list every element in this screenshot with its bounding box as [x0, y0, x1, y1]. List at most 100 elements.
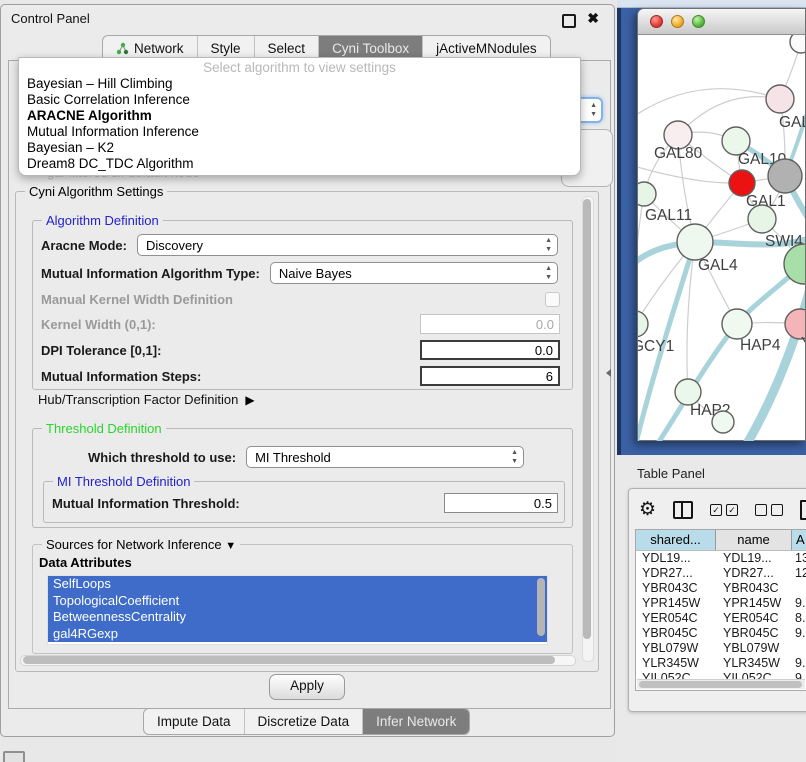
manual-kernel-checkbox[interactable] — [545, 292, 560, 307]
mi-threshold-field[interactable] — [444, 493, 558, 513]
network-edge[interactable] — [638, 89, 780, 119]
table-cell[interactable]: YER054C — [636, 611, 716, 626]
table-cell[interactable]: YBR043C — [716, 581, 792, 596]
network-icon — [116, 42, 129, 55]
table-cell[interactable]: YER054C — [716, 611, 792, 626]
table-row[interactable]: YBR043CYBR043C — [636, 581, 806, 596]
algorithm-option[interactable]: Bayesian – Hill Climbing — [19, 76, 580, 92]
table-cell[interactable]: YBL079W — [716, 641, 792, 656]
gear-icon[interactable]: ⚙ — [639, 499, 656, 521]
table-cell[interactable] — [792, 641, 806, 656]
sources-group: Sources for Network Inference ▼ Data Att… — [32, 544, 573, 654]
table-cell[interactable]: 9. — [792, 626, 806, 641]
node-label: GCY1 — [638, 338, 674, 355]
table-row[interactable]: YER054CYER054C8. — [636, 611, 806, 626]
minimized-window-icon[interactable] — [3, 751, 25, 762]
table-cell[interactable]: 13 — [792, 551, 806, 566]
apply-button[interactable]: Apply — [269, 674, 345, 700]
data-attributes-list[interactable]: SelfLoopsTopologicalCoefficientBetweenne… — [47, 575, 548, 645]
table-cell[interactable]: YDL19... — [636, 551, 716, 566]
desktop-left-edge — [617, 0, 621, 455]
table-cell[interactable] — [792, 581, 806, 596]
algorithm-option[interactable]: ARACNE Algorithm — [19, 108, 580, 124]
settings-horizontal-scrollbar[interactable] — [20, 655, 576, 666]
table-toolbar: ⚙ ✓✓ — [639, 497, 806, 523]
cyni-bottom-tabbar: Impute Data Discretize Data Infer Networ… — [143, 708, 470, 735]
table-cell[interactable]: YPR145W — [636, 596, 716, 611]
mac-close-icon[interactable] — [650, 15, 663, 28]
network-desktop: GALGAL80GAL10GAL1SWI4GAL11GAL4GCY1HAP4YH… — [617, 0, 806, 455]
mi-steps-field[interactable] — [420, 366, 560, 386]
tab-infer-network[interactable]: Infer Network — [362, 709, 469, 734]
network-node-gal11[interactable] — [638, 182, 656, 206]
algorithm-option[interactable]: Mutual Information Inference — [19, 124, 580, 140]
table-row[interactable]: YDL19...YDL19...13 — [636, 551, 806, 566]
table-cell[interactable]: 9. — [792, 596, 806, 611]
splitpane-collapse-arrow-icon[interactable] — [606, 369, 611, 377]
tab-discretize-data[interactable]: Discretize Data — [244, 709, 363, 734]
table-horizontal-scrollbar[interactable] — [637, 679, 805, 689]
table-row[interactable]: YPR145WYPR145W9. — [636, 596, 806, 611]
network-node-gcy1[interactable] — [638, 311, 648, 337]
table-cell[interactable]: YLR345W — [716, 656, 792, 671]
table-row[interactable]: YLR345WYLR345W9. — [636, 656, 806, 671]
table-cell[interactable]: YLR345W — [636, 656, 716, 671]
column-header-shared-name[interactable]: shared... — [636, 530, 716, 550]
table-cell[interactable]: YDR27... — [716, 566, 792, 581]
deselect-all-columns-icon[interactable] — [755, 504, 783, 516]
aracne-mode-combobox[interactable]: Discovery ▲▼ — [137, 234, 558, 256]
network-canvas[interactable]: GALGAL80GAL10GAL1SWI4GAL11GAL4GCY1HAP4YH… — [638, 35, 805, 441]
algorithm-option[interactable]: Dream8 DC_TDC Algorithm — [19, 156, 580, 172]
mi-type-label: Mutual Information Algorithm Type: — [41, 266, 260, 281]
kernel-width-field[interactable] — [420, 314, 560, 334]
table-cell[interactable]: 9. — [792, 656, 806, 671]
combo-stepper-icon: ▲▼ — [590, 101, 597, 119]
mi-type-combobox[interactable]: Naive Bayes ▲▼ — [270, 262, 558, 284]
network-node-gal[interactable] — [766, 85, 794, 113]
table-row[interactable]: YBR045CYBR045C9. — [636, 626, 806, 641]
table-cell[interactable]: YPR145W — [716, 596, 792, 611]
new-table-icon[interactable] — [800, 500, 806, 520]
table-panel: Table Panel ⚙ ✓✓ shared... name A Y — [617, 455, 806, 762]
attribute-list-item[interactable]: SelfLoops — [48, 576, 547, 593]
hub-definition-expander[interactable]: Hub/Transcription Factor Definition ▶ — [38, 392, 255, 407]
table-cell[interactable]: YBL079W — [636, 641, 716, 656]
table-cell[interactable]: YBR043C — [636, 581, 716, 596]
column-header-name[interactable]: name — [716, 530, 792, 550]
network-node[interactable] — [768, 159, 802, 193]
attribute-list-item[interactable]: gal4RGexp — [48, 626, 547, 643]
close-window-icon[interactable]: ✖ — [587, 10, 599, 27]
mac-zoom-icon[interactable] — [692, 15, 705, 28]
network-node[interactable] — [712, 411, 734, 433]
table-cell[interactable]: 8. — [792, 611, 806, 626]
float-window-icon[interactable] — [562, 14, 576, 28]
column-header-partial[interactable]: A — [792, 530, 806, 550]
mac-minimize-icon[interactable] — [671, 15, 684, 28]
select-all-columns-icon[interactable]: ✓✓ — [710, 504, 738, 516]
algorithm-option[interactable]: Bayesian – K2 — [19, 140, 580, 156]
attribute-list-item[interactable]: BetweennessCentrality — [48, 609, 547, 626]
network-node-swi4[interactable] — [748, 205, 776, 233]
algorithm-option[interactable]: Basic Correlation Inference — [19, 92, 580, 108]
attribute-list-item[interactable]: TopologicalCoefficient — [48, 593, 547, 610]
table-cell[interactable]: YBR045C — [636, 626, 716, 641]
network-window-titlebar[interactable] — [638, 9, 805, 35]
which-threshold-combobox[interactable]: MI Threshold ▲▼ — [246, 446, 524, 468]
network-node-hap4[interactable] — [722, 309, 752, 339]
table-cell[interactable]: YBR045C — [716, 626, 792, 641]
split-columns-icon[interactable] — [673, 501, 693, 519]
algorithm-popup-placeholder: Select algorithm to view settings — [19, 59, 580, 76]
table-cell[interactable]: YDR27... — [636, 566, 716, 581]
table-cell[interactable]: 12 — [792, 566, 806, 581]
table-row[interactable]: YBL079WYBL079W — [636, 641, 806, 656]
network-node-gal4[interactable] — [677, 224, 713, 260]
dpi-tolerance-label: DPI Tolerance [0,1]: — [41, 343, 161, 358]
tab-impute-data[interactable]: Impute Data — [144, 709, 244, 734]
collapse-arrow-icon[interactable]: ▼ — [225, 540, 236, 552]
network-node[interactable] — [790, 35, 805, 53]
settings-vertical-scrollbar[interactable] — [582, 196, 594, 662]
table-cell[interactable]: YDL19... — [716, 551, 792, 566]
dpi-tolerance-field[interactable] — [420, 340, 560, 360]
list-scrollbar[interactable] — [537, 578, 545, 636]
table-row[interactable]: YDR27...YDR27...12 — [636, 566, 806, 581]
